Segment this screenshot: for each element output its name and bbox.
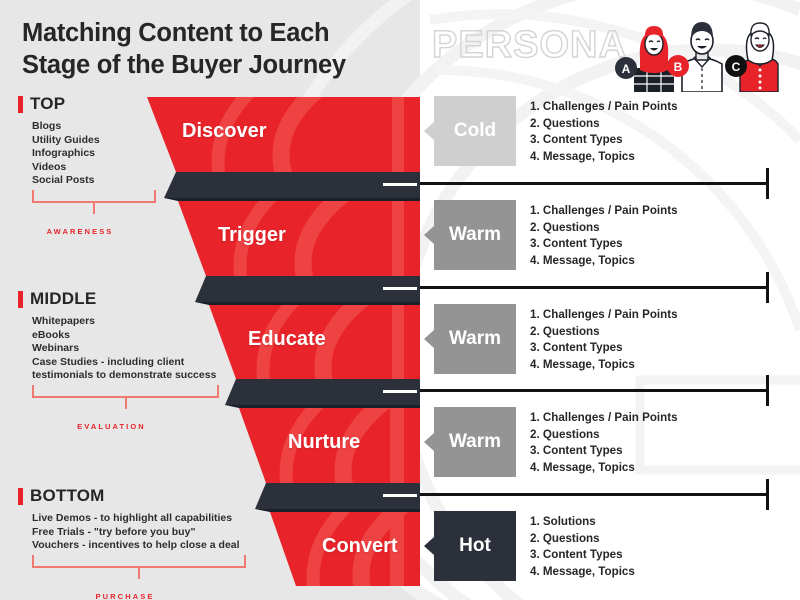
infographic-canvas: Matching Content to Each Stage of the Bu… — [0, 0, 800, 600]
bullet-item: 4. Message, Topics — [530, 357, 635, 371]
temp-label: Hot — [459, 535, 491, 556]
temp-badge-warm: Warm — [424, 407, 516, 477]
bullet-item: 2. Questions — [530, 531, 600, 545]
temp-badge-cold: Cold — [424, 96, 516, 166]
divider-tick-icon — [766, 479, 769, 510]
bullet-list: 1. Challenges / Pain Points 2. Questions… — [530, 203, 678, 269]
bullet-item: 2. Questions — [530, 324, 600, 338]
bullet-item: 3. Content Types — [530, 444, 623, 457]
bullet-item: 4. Message, Topics — [530, 253, 635, 267]
bullet-item: 3. Content Types — [530, 133, 623, 146]
bullet-item: 1. Challenges / Pain Points — [530, 204, 678, 217]
divider-tick-icon — [766, 375, 769, 406]
svg-text:A: A — [622, 62, 631, 76]
bullet-list: 1. Challenges / Pain Points 2. Questions… — [530, 307, 678, 373]
funnel-label-educate: Educate — [248, 328, 326, 350]
bullet-item: 1. Challenges / Pain Points — [530, 411, 678, 424]
funnel-label-nurture: Nurture — [288, 431, 361, 453]
temp-label: Warm — [448, 224, 502, 245]
bullet-list: 1. Challenges / Pain Points 2. Questions… — [530, 99, 678, 165]
bullet-list: 1. Challenges / Pain Points 2. Questions… — [530, 410, 678, 476]
row-divider — [420, 375, 769, 406]
arrow-left-icon — [424, 433, 434, 451]
funnel-label-trigger: Trigger — [218, 224, 286, 246]
bullet-list: 1. Solutions 2. Questions 3. Content Typ… — [530, 514, 635, 580]
temp-badge-hot: Hot — [424, 511, 516, 581]
bullet-item: 2. Questions — [530, 427, 600, 441]
bullet-item: 1. Solutions — [530, 515, 596, 528]
bullet-item: 3. Content Types — [530, 237, 623, 250]
bullet-item: 3. Content Types — [530, 341, 623, 354]
bullet-item: 2. Questions — [530, 116, 600, 130]
temp-label: Warm — [448, 328, 502, 349]
bullet-item: 1. Challenges / Pain Points — [530, 100, 678, 113]
bullet-item: 1. Challenges / Pain Points — [530, 308, 678, 321]
svg-text:B: B — [674, 60, 683, 74]
persona-heading: PERSONA — [431, 23, 627, 66]
arrow-left-icon — [424, 537, 434, 555]
arrow-left-icon — [424, 122, 434, 140]
funnel-label-convert: Convert — [322, 535, 398, 557]
arrow-left-icon — [424, 330, 434, 348]
persona-avatar-a: A — [615, 26, 674, 92]
temp-label: Cold — [453, 120, 497, 141]
divider-tick-icon — [766, 272, 769, 303]
temp-label: Warm — [448, 431, 502, 452]
row-divider — [420, 479, 769, 510]
bullet-item: 4. Message, Topics — [530, 564, 635, 578]
bullet-item: 2. Questions — [530, 220, 600, 234]
funnel-label-discover: Discover — [182, 120, 267, 142]
persona-avatar-c: C — [725, 22, 779, 92]
svg-text:C: C — [732, 60, 741, 74]
bullet-item: 4. Message, Topics — [530, 149, 635, 163]
persona-avatars: A B C — [615, 22, 779, 92]
bullet-item: 4. Message, Topics — [530, 460, 635, 474]
row-divider — [420, 272, 769, 303]
funnel-diagram — [147, 97, 420, 586]
arrow-left-icon — [424, 226, 434, 244]
temp-badge-warm: Warm — [424, 200, 516, 270]
row-divider — [420, 168, 769, 199]
bullet-item: 3. Content Types — [530, 548, 623, 561]
persona-avatar-b: B — [667, 22, 723, 92]
divider-tick-icon — [766, 168, 769, 199]
temp-badge-warm: Warm — [424, 304, 516, 374]
